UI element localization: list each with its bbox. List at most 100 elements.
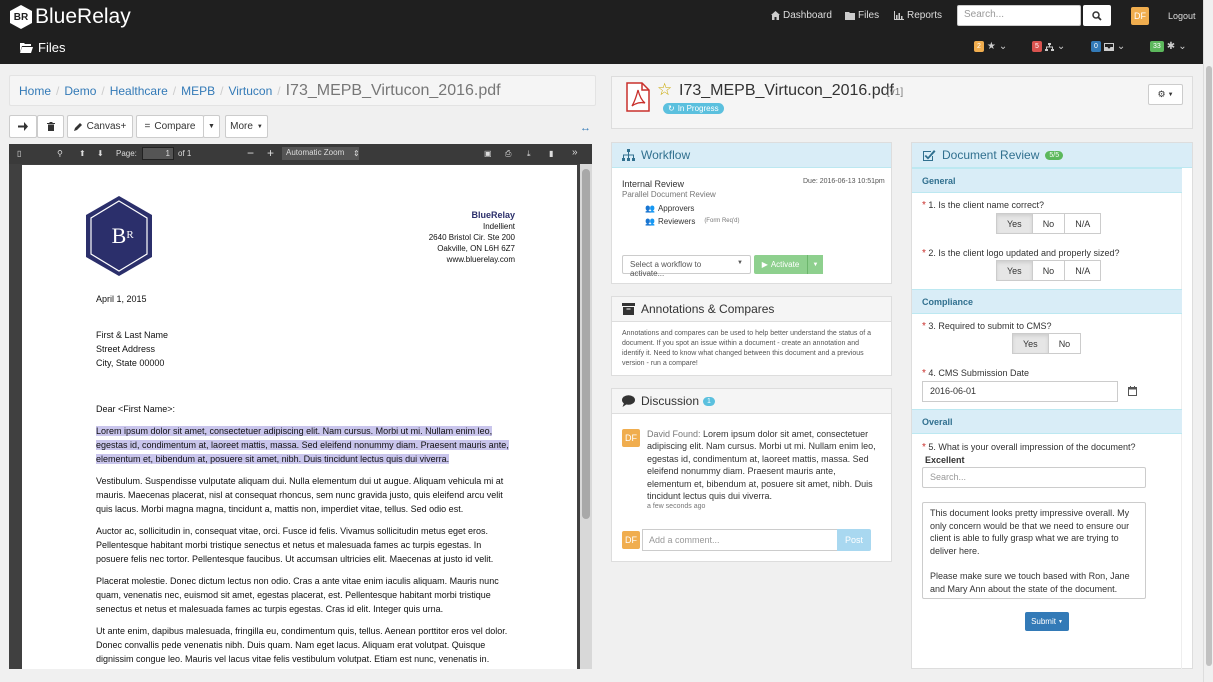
question-3-text: 3. Required to submit to CMS? <box>928 321 1052 331</box>
open-file-icon[interactable]: ▣ <box>484 149 492 158</box>
breadcrumb-healthcare[interactable]: Healthcare <box>110 84 168 98</box>
breadcrumb-demo[interactable]: Demo <box>64 84 96 98</box>
users-icon: 👥 <box>645 204 655 213</box>
bookmark-icon[interactable]: ▮ <box>549 149 553 158</box>
option-yes[interactable]: Yes <box>996 260 1033 281</box>
calendar-icon[interactable] <box>1128 386 1137 396</box>
page-scrollbar[interactable] <box>1203 0 1213 682</box>
comment-author: David Found: <box>647 429 701 439</box>
tools-icon[interactable]: » <box>572 147 578 158</box>
option-yes[interactable]: Yes <box>996 213 1033 234</box>
highlighted-paragraph[interactable]: Lorem ipsum dolor sit amet, consectetuer… <box>96 426 509 464</box>
recipient-street: Street Address <box>96 344 156 354</box>
notif-count: 0 <box>1091 41 1101 52</box>
asterisk-icon: ✱ <box>1166 41 1176 52</box>
discussion-title: Discussion <box>641 394 700 408</box>
notif-stars[interactable]: 2 ★ ⌄ <box>974 41 1007 52</box>
chevron-down-icon: ⌄ <box>1178 41 1187 52</box>
canvas-button[interactable]: Canvas+ <box>67 115 133 138</box>
letterhead-company: BlueRelay <box>471 210 515 220</box>
equals-icon: = <box>144 121 151 132</box>
more-dropdown[interactable]: More ▼ <box>225 115 268 138</box>
scrollbar-thumb[interactable] <box>582 169 590 519</box>
workflow-select[interactable]: Select a workflow to activate... ▼ <box>622 255 751 278</box>
nav-files[interactable]: Files <box>845 10 879 21</box>
review-count-badge: 5/5 <box>1045 150 1064 160</box>
breadcrumb-home[interactable]: Home <box>19 84 51 98</box>
page-number-input[interactable]: 1 <box>142 147 174 160</box>
previous-page-icon[interactable]: ⬆ <box>79 149 86 158</box>
user-avatar[interactable]: DF <box>1131 7 1149 25</box>
compare-button[interactable]: = Compare <box>136 115 204 138</box>
compare-dropdown-toggle[interactable]: ▼ <box>203 115 220 138</box>
pdf-scrollbar[interactable] <box>580 164 592 669</box>
forward-button[interactable] <box>9 115 37 138</box>
search-button[interactable] <box>1083 5 1111 26</box>
option-no[interactable]: No <box>1031 213 1066 234</box>
sidebar-toggle-icon[interactable]: ▯ <box>17 149 21 158</box>
zoom-in-icon[interactable]: + <box>267 146 274 160</box>
option-na[interactable]: N/A <box>1064 260 1102 281</box>
question-1: * 1. Is the client name correct? <box>922 200 1044 211</box>
bar-chart-icon <box>894 11 904 20</box>
svg-text:R: R <box>126 229 134 241</box>
download-icon[interactable]: ⤓ <box>527 149 531 159</box>
discussion-header: Discussion 1 <box>612 389 891 414</box>
breadcrumb-virtucon[interactable]: Virtucon <box>228 84 272 98</box>
cms-date-input[interactable]: 2016-06-01 <box>922 381 1118 402</box>
question-2-text: 2. Is the client logo updated and proper… <box>928 248 1120 258</box>
archive-icon <box>622 303 635 315</box>
option-no[interactable]: No <box>1047 333 1082 354</box>
letterhead-line: 2640 Bristol Cir. Ste 200 <box>428 233 515 242</box>
notif-inbox[interactable]: 0 ⌄ <box>1091 41 1125 52</box>
option-no[interactable]: No <box>1031 260 1066 281</box>
nav-reports[interactable]: Reports <box>894 10 942 21</box>
page-scrollbar-thumb[interactable] <box>1206 66 1212 666</box>
annotations-description: Annotations and compares can be used to … <box>622 330 872 367</box>
nav-dashboard[interactable]: Dashboard <box>771 10 832 21</box>
reviewers-row: 👥 Reviewers (Form Req'd) <box>645 217 739 226</box>
comment-text: Lorem ipsum dolor sit amet, consectetuer… <box>647 429 876 502</box>
workflow-due: Due: 2016-06-13 10:51pm <box>803 178 885 185</box>
notif-workflows[interactable]: 5 ⌄ <box>1032 41 1065 52</box>
inbox-icon <box>1103 42 1114 51</box>
settings-dropdown[interactable]: ⚙ ▼ <box>1148 84 1183 105</box>
workflow-name[interactable]: Internal Review <box>622 179 684 189</box>
activate-dropdown-toggle[interactable]: ▼ <box>807 255 823 274</box>
document-review-panel: Document Review 5/5 General * 1. Is the … <box>911 142 1193 670</box>
expand-arrows-icon[interactable]: ↔ <box>580 122 591 134</box>
breadcrumb-mepb[interactable]: MEPB <box>181 84 215 98</box>
print-icon[interactable]: ⎙ <box>505 149 511 159</box>
zoom-select[interactable]: Automatic Zoom <box>282 147 359 160</box>
delete-button[interactable] <box>37 115 64 138</box>
section-overall: Overall <box>912 409 1182 434</box>
page-title: Files <box>20 40 65 55</box>
favorite-star-icon[interactable]: ☆ <box>657 80 672 100</box>
submit-button[interactable]: Submit ▼ <box>1025 612 1069 631</box>
canvas-label: Canvas+ <box>86 121 127 132</box>
question-1-options: Yes No N/A <box>996 213 1102 234</box>
zoom-out-icon[interactable]: − <box>247 146 254 160</box>
next-page-icon[interactable]: ⬇ <box>97 149 104 158</box>
workflow-header: Workflow <box>612 143 891 168</box>
logout-link[interactable]: Logout <box>1168 11 1196 21</box>
impression-search-input[interactable]: Search... <box>922 467 1146 488</box>
document-version: [v1] <box>887 87 904 98</box>
review-comment-textarea[interactable]: This document looks pretty impressive ov… <box>922 502 1146 599</box>
notif-misc[interactable]: 33 ✱ ⌄ <box>1150 41 1187 52</box>
document-title: I73_MEPB_Virtucon_2016.pdf <box>679 82 894 99</box>
find-icon[interactable]: ⚲ <box>57 149 63 158</box>
nav-reports-label: Reports <box>907 10 943 21</box>
global-search-input[interactable]: Search... <box>957 5 1081 26</box>
option-na[interactable]: N/A <box>1064 213 1102 234</box>
letter-greeting: Dear <First Name>: <box>96 404 176 414</box>
option-yes[interactable]: Yes <box>1012 333 1049 354</box>
add-comment-input[interactable]: Add a comment... <box>642 529 838 551</box>
app-logo[interactable]: BR BlueRelay <box>10 5 131 29</box>
caret-down-icon: ▼ <box>1057 618 1063 625</box>
status-label: In Progress <box>677 104 719 113</box>
post-button[interactable]: Post <box>837 529 871 551</box>
activate-button[interactable]: ▶ Activate <box>754 255 807 274</box>
question-2-options: Yes No N/A <box>996 260 1102 281</box>
annotations-panel: Annotations & Compares Annotations and c… <box>611 296 892 376</box>
